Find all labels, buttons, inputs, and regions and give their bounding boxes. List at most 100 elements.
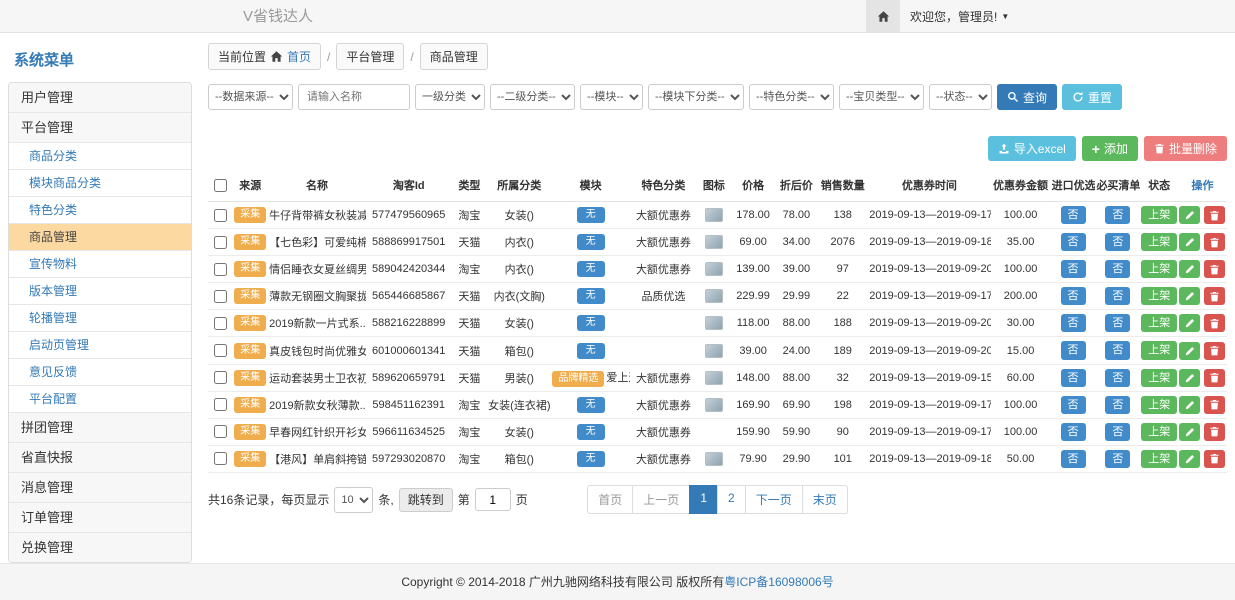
row-checkbox[interactable] xyxy=(214,317,227,330)
row-checkbox[interactable] xyxy=(214,452,227,465)
status-button[interactable]: 上架 xyxy=(1141,233,1177,251)
must-buy-button[interactable]: 否 xyxy=(1105,260,1130,278)
must-buy-button[interactable]: 否 xyxy=(1105,314,1130,332)
status-button[interactable]: 上架 xyxy=(1141,206,1177,224)
row-checkbox[interactable] xyxy=(214,398,227,411)
feature-category-filter-select[interactable]: --特色分类-- xyxy=(749,84,834,110)
delete-button[interactable] xyxy=(1204,369,1225,387)
batch-delete-button[interactable]: 批量删除 xyxy=(1144,136,1227,161)
icp-link[interactable]: 粤ICP备16098006号 xyxy=(724,575,833,589)
row-checkbox[interactable] xyxy=(214,290,227,303)
sidebar-item[interactable]: 用户管理 xyxy=(9,83,191,112)
import-select-button[interactable]: 否 xyxy=(1061,341,1086,359)
row-checkbox[interactable] xyxy=(214,425,227,438)
sidebar-item[interactable]: 兑换管理 xyxy=(9,532,191,562)
data-source-filter-select[interactable]: --数据来源-- xyxy=(208,84,293,110)
user-menu[interactable]: 欢迎您，管理员! ▼ xyxy=(900,0,1019,32)
edit-button[interactable] xyxy=(1179,369,1200,387)
must-buy-button[interactable]: 否 xyxy=(1105,341,1130,359)
sidebar-item[interactable]: 模块商品分类 xyxy=(9,169,191,196)
must-buy-button[interactable]: 否 xyxy=(1105,450,1130,468)
row-checkbox[interactable] xyxy=(214,371,227,384)
level2-category-filter-select[interactable]: --二级分类-- xyxy=(490,84,575,110)
sidebar-item[interactable]: 意见反馈 xyxy=(9,358,191,385)
page-size-select[interactable]: 10 xyxy=(334,487,373,513)
sidebar-item[interactable]: 拼团管理 xyxy=(9,412,191,442)
status-button[interactable]: 上架 xyxy=(1141,423,1177,441)
status-button[interactable]: 上架 xyxy=(1141,287,1177,305)
row-checkbox[interactable] xyxy=(214,236,227,249)
must-buy-button[interactable]: 否 xyxy=(1105,396,1130,414)
edit-button[interactable] xyxy=(1179,287,1200,305)
import-excel-button[interactable]: 导入excel xyxy=(988,136,1076,161)
select-all-checkbox[interactable] xyxy=(214,179,227,192)
row-checkbox[interactable] xyxy=(214,209,227,222)
pager-item[interactable]: 下一页 xyxy=(745,485,803,514)
import-select-button[interactable]: 否 xyxy=(1061,287,1086,305)
pager-item[interactable]: 1 xyxy=(689,485,718,514)
sidebar-item[interactable]: 特色分类 xyxy=(9,196,191,223)
item-type-filter-select[interactable]: --宝贝类型-- xyxy=(839,84,924,110)
sidebar-item[interactable]: 商品分类 xyxy=(9,142,191,169)
import-select-button[interactable]: 否 xyxy=(1061,369,1086,387)
import-select-button[interactable]: 否 xyxy=(1061,314,1086,332)
delete-button[interactable] xyxy=(1204,342,1225,360)
sidebar-item[interactable]: 消息管理 xyxy=(9,472,191,502)
must-buy-button[interactable]: 否 xyxy=(1105,369,1130,387)
add-button[interactable]: + 添加 xyxy=(1082,136,1138,161)
status-button[interactable]: 上架 xyxy=(1141,314,1177,332)
module-filter-select[interactable]: --模块-- xyxy=(580,84,643,110)
delete-button[interactable] xyxy=(1204,396,1225,414)
delete-button[interactable] xyxy=(1204,450,1225,468)
must-buy-button[interactable]: 否 xyxy=(1105,287,1130,305)
pager-item[interactable]: 首页 xyxy=(587,485,633,514)
status-button[interactable]: 上架 xyxy=(1141,450,1177,468)
must-buy-button[interactable]: 否 xyxy=(1105,206,1130,224)
import-select-button[interactable]: 否 xyxy=(1061,233,1086,251)
level1-category-filter-select[interactable]: 一级分类 xyxy=(415,84,485,110)
breadcrumb-item-goods[interactable]: 商品管理 xyxy=(420,43,488,70)
delete-button[interactable] xyxy=(1204,260,1225,278)
row-checkbox[interactable] xyxy=(214,263,227,276)
sidebar-item[interactable]: 省直快报 xyxy=(9,442,191,472)
delete-button[interactable] xyxy=(1204,206,1225,224)
must-buy-button[interactable]: 否 xyxy=(1105,233,1130,251)
sidebar-item[interactable]: 平台管理 xyxy=(9,112,191,142)
sidebar-item[interactable]: 轮播管理 xyxy=(9,304,191,331)
edit-button[interactable] xyxy=(1179,314,1200,332)
name-search-input[interactable] xyxy=(298,84,410,110)
import-select-button[interactable]: 否 xyxy=(1061,423,1086,441)
home-button[interactable] xyxy=(866,0,900,32)
edit-button[interactable] xyxy=(1179,233,1200,251)
edit-button[interactable] xyxy=(1179,206,1200,224)
search-button[interactable]: 查询 xyxy=(997,84,1057,110)
must-buy-button[interactable]: 否 xyxy=(1105,423,1130,441)
sidebar-item[interactable]: 启动页管理 xyxy=(9,331,191,358)
sidebar-item[interactable]: 订单管理 xyxy=(9,502,191,532)
pager-item[interactable]: 末页 xyxy=(802,485,848,514)
import-select-button[interactable]: 否 xyxy=(1061,260,1086,278)
status-button[interactable]: 上架 xyxy=(1141,260,1177,278)
delete-button[interactable] xyxy=(1204,423,1225,441)
status-filter-select[interactable]: --状态-- xyxy=(929,84,992,110)
status-button[interactable]: 上架 xyxy=(1141,369,1177,387)
reset-button[interactable]: 重置 xyxy=(1062,84,1122,110)
import-select-button[interactable]: 否 xyxy=(1061,450,1086,468)
sidebar-item[interactable]: 商品管理 xyxy=(9,223,191,250)
edit-button[interactable] xyxy=(1179,260,1200,278)
delete-button[interactable] xyxy=(1204,233,1225,251)
breadcrumb-item-platform[interactable]: 平台管理 xyxy=(336,43,404,70)
pager-item[interactable]: 上一页 xyxy=(632,485,690,514)
edit-button[interactable] xyxy=(1179,396,1200,414)
page-number-input[interactable] xyxy=(475,488,511,511)
sidebar-item[interactable]: 平台配置 xyxy=(9,385,191,412)
status-button[interactable]: 上架 xyxy=(1141,396,1177,414)
import-select-button[interactable]: 否 xyxy=(1061,396,1086,414)
delete-button[interactable] xyxy=(1204,287,1225,305)
edit-button[interactable] xyxy=(1179,342,1200,360)
row-checkbox[interactable] xyxy=(214,344,227,357)
sidebar-item[interactable]: 宣传物料 xyxy=(9,250,191,277)
breadcrumb-home-link[interactable]: 首页 xyxy=(287,48,311,65)
sidebar-item[interactable]: 版本管理 xyxy=(9,277,191,304)
pager-item[interactable]: 2 xyxy=(717,485,746,514)
